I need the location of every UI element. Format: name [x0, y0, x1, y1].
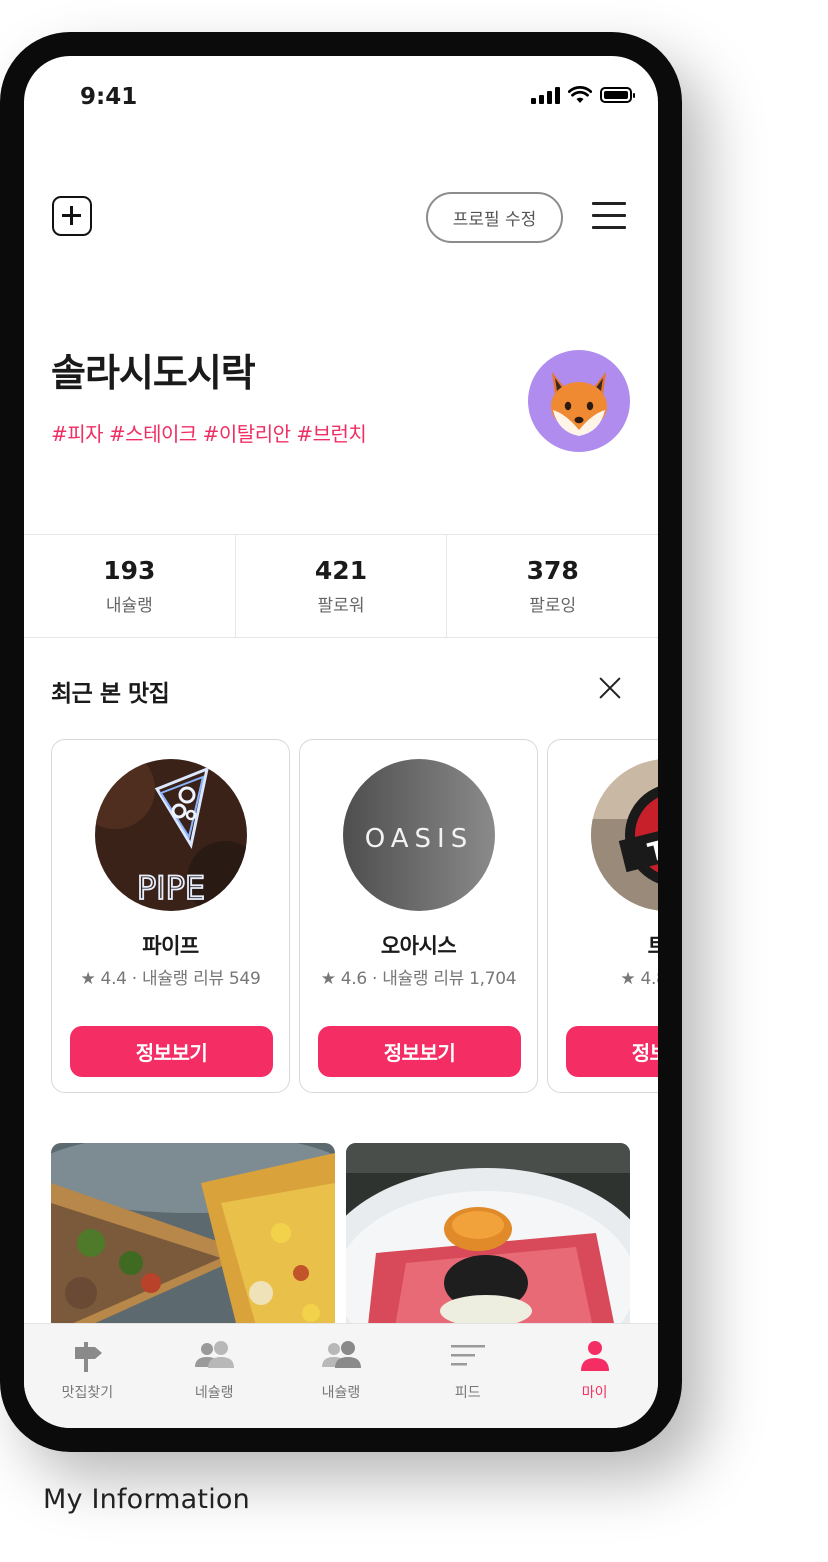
stat-value: 378: [526, 556, 579, 585]
stat-label: 내슐랭: [105, 596, 153, 616]
app-screen: 9:41 프로필 수정 솔라시도시락 #피자 #스테이크 #이탈리안 #브런치 …: [24, 56, 658, 1428]
restaurant-card-oasis[interactable]: OASIS 오아시스 ★ 4.6 · 내슐랭 리뷰 1,704 정보보기: [299, 739, 538, 1093]
restaurant-name: 트로: [548, 930, 658, 960]
tab-find-restaurants[interactable]: 맛집찾기: [24, 1324, 151, 1428]
tab-my[interactable]: 마이: [531, 1324, 658, 1428]
edit-profile-button[interactable]: 프로필 수정: [426, 192, 563, 243]
stat-value: 193: [103, 556, 156, 585]
stats-row: 193 내슐랭 421 팔로워 378 팔로잉: [24, 534, 658, 638]
restaurant-card-pipe[interactable]: PIPE 파이프 ★ 4.4 · 내슐랭 리뷰 549 정보보기: [51, 739, 290, 1093]
bottom-tab-bar: 맛집찾기 네슐랭 내슐랭 피드 마이: [24, 1323, 658, 1428]
cellular-signal-icon: [531, 86, 560, 104]
stat-following[interactable]: 378 팔로잉: [446, 535, 658, 637]
restaurant-image-pipe: PIPE: [95, 759, 247, 911]
restaurant-name: 파이프: [142, 934, 199, 958]
view-info-button[interactable]: 정보보기: [566, 1026, 658, 1077]
users-icon: [319, 1338, 363, 1374]
pipe-neon-text: PIPE: [137, 869, 205, 907]
hamburger-menu-icon[interactable]: [592, 200, 628, 230]
top-bar: 프로필 수정: [24, 186, 658, 256]
feed-photo-sushi[interactable]: [346, 1143, 630, 1343]
status-time: 9:41: [80, 84, 138, 110]
battery-icon: [600, 87, 635, 103]
view-info-button[interactable]: 정보보기: [70, 1026, 273, 1077]
users-icon: [192, 1338, 236, 1374]
restaurant-image-tro: TRO: [591, 759, 658, 911]
add-button[interactable]: [52, 196, 92, 236]
signpost-icon: [65, 1338, 109, 1374]
feed-lines-icon: [446, 1338, 490, 1374]
stat-label: 팔로잉: [529, 596, 577, 616]
restaurant-meta: ★ 4.4 · 내슐랭 리뷰 549: [80, 969, 261, 989]
restaurant-image-oasis: OASIS: [343, 759, 495, 911]
restaurant-meta: ★ 4.6 · 내슐랭 리뷰 1,704: [320, 969, 517, 989]
stat-followers[interactable]: 421 팔로워: [234, 535, 447, 637]
close-icon[interactable]: [598, 676, 622, 700]
tab-label: 피드: [454, 1385, 481, 1401]
tab-nesullaeng[interactable]: 네슐랭: [151, 1324, 278, 1428]
feed-photo-grid: [51, 1143, 631, 1343]
screen-caption: My Information: [43, 1484, 250, 1515]
restaurant-meta: ★ 4.8 · 내슐: [620, 969, 658, 989]
profile-name: 솔라시도시락: [51, 351, 256, 395]
feed-photo-pizza[interactable]: [51, 1143, 335, 1343]
tab-feed[interactable]: 피드: [404, 1324, 531, 1428]
status-icons: [531, 86, 635, 104]
recent-section-title: 최근 본 맛집: [51, 681, 170, 707]
phone-frame: 9:41 프로필 수정 솔라시도시락 #피자 #스테이크 #이탈리안 #브런치 …: [0, 32, 682, 1452]
recent-restaurant-carousel[interactable]: PIPE 파이프 ★ 4.4 · 내슐랭 리뷰 549 정보보기 OASIS 오…: [51, 739, 658, 1093]
profile-tags: #피자 #스테이크 #이탈리안 #브런치: [51, 422, 367, 446]
person-icon: [573, 1338, 617, 1374]
stat-my-michelin[interactable]: 193 내슐랭: [24, 535, 235, 637]
stat-label: 팔로워: [317, 596, 365, 616]
fox-icon: [551, 372, 607, 436]
view-info-button[interactable]: 정보보기: [318, 1026, 521, 1077]
tab-label: 마이: [581, 1385, 608, 1401]
restaurant-name: 오아시스: [380, 934, 457, 958]
avatar[interactable]: [528, 350, 630, 452]
status-bar: 9:41: [24, 56, 658, 136]
oasis-sign-text: OASIS: [365, 824, 473, 854]
tab-label: 맛집찾기: [61, 1385, 114, 1401]
wifi-icon: [568, 86, 592, 103]
tab-label: 내슐랭: [321, 1385, 361, 1401]
restaurant-card-tro[interactable]: TRO 트로 ★ 4.8 · 내슐 정보보기: [547, 739, 658, 1093]
stat-value: 421: [314, 556, 368, 585]
tab-naesullaeng[interactable]: 내슐랭: [278, 1324, 405, 1428]
tab-label: 네슐랭: [194, 1385, 234, 1401]
